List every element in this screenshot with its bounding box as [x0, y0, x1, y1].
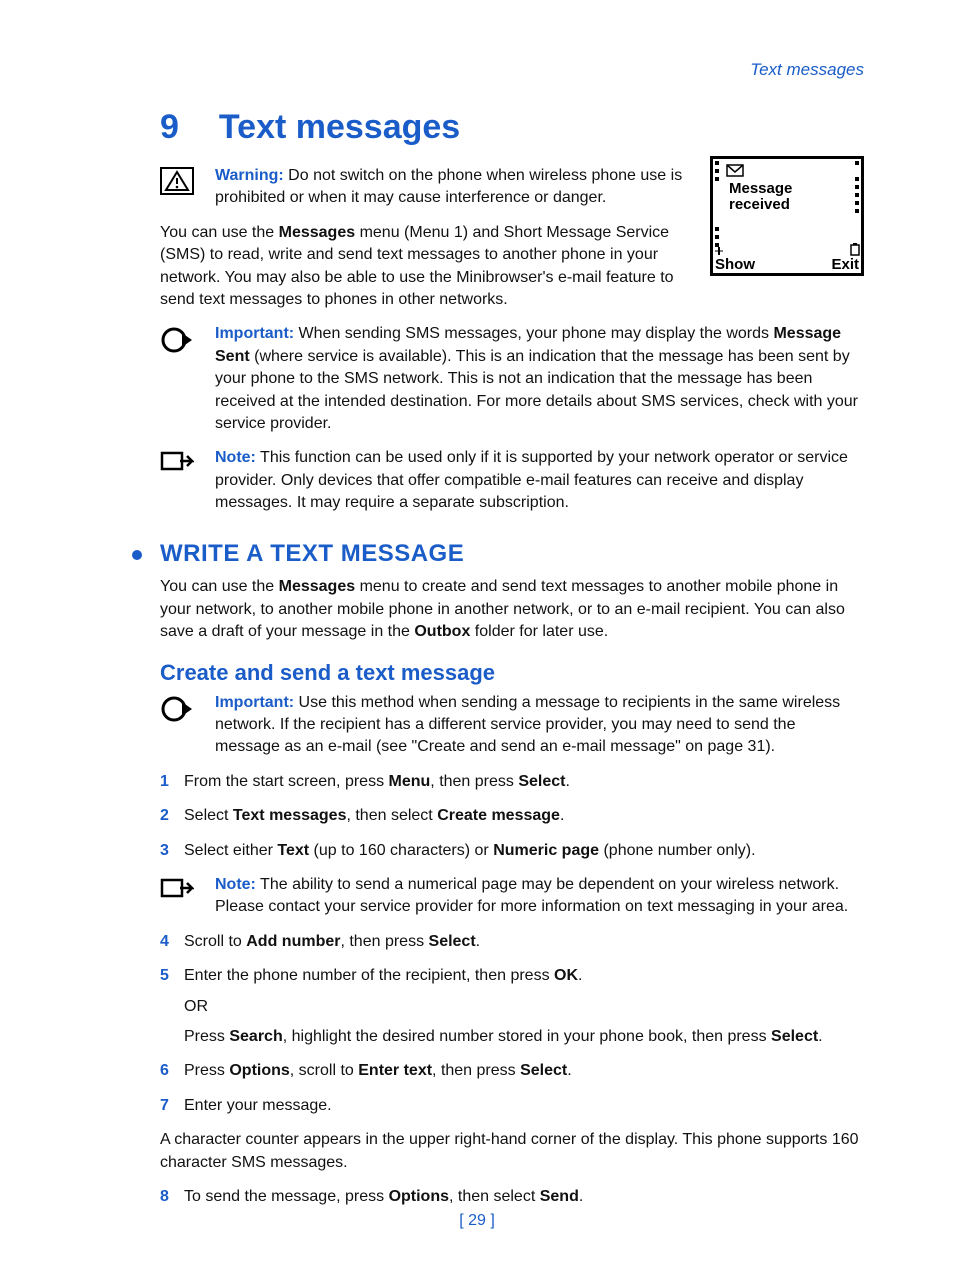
- bullet-icon: [132, 550, 142, 560]
- important-callout: Important: When sending SMS messages, yo…: [160, 323, 864, 435]
- step-text: To send the message, press Options, then…: [184, 1188, 583, 1205]
- steps-list-3: 8 To send the message, press Options, the…: [160, 1186, 864, 1208]
- step-number: 4: [160, 931, 169, 953]
- step-item: 5 Enter the phone number of the recipient…: [160, 965, 864, 1048]
- svg-text:received: received: [729, 196, 790, 213]
- warning-callout: Warning: Do not switch on the phone when…: [160, 165, 694, 210]
- step-item: 4 Scroll to Add number, then press Select…: [160, 931, 864, 953]
- step-item: 1 From the start screen, press Menu, then…: [160, 771, 864, 793]
- chapter-title: Text messages: [219, 108, 460, 147]
- note-text: Note: This function can be used only if …: [215, 449, 848, 511]
- warning-icon: [160, 167, 194, 202]
- step-item: 2 Select Text messages, then select Creat…: [160, 805, 864, 827]
- step-text: Select either Text (up to 160 characters…: [184, 842, 756, 859]
- important-text: Important: When sending SMS messages, yo…: [215, 325, 858, 432]
- steps-list: 1 From the start screen, press Menu, then…: [160, 771, 864, 862]
- chapter-number: 9: [160, 108, 179, 147]
- step-text: Enter the phone number of the recipient,…: [184, 967, 582, 984]
- important-callout-2: Important: Use this method when sending …: [160, 692, 864, 759]
- step-item: 7 Enter your message.: [160, 1095, 864, 1117]
- note-icon: [160, 876, 194, 909]
- step-number: 3: [160, 840, 169, 862]
- note-callout: Note: This function can be used only if …: [160, 447, 864, 514]
- step-number: 7: [160, 1095, 169, 1117]
- running-head: Text messages: [160, 60, 864, 80]
- step-item: 6 Press Options, scroll to Enter text, th…: [160, 1060, 864, 1082]
- step-number: 6: [160, 1060, 169, 1082]
- svg-text:Show: Show: [715, 256, 755, 273]
- step-text: Enter your message.: [184, 1097, 332, 1114]
- step-item: 8 To send the message, press Options, the…: [160, 1186, 864, 1208]
- step-or: OR: [184, 996, 864, 1018]
- step-number: 2: [160, 805, 169, 827]
- important-icon: [160, 694, 194, 731]
- section-heading: WRITE A TEXT MESSAGE: [160, 540, 864, 568]
- page-number: [ 29 ]: [0, 1212, 954, 1230]
- step-item: 3 Select either Text (up to 160 character…: [160, 840, 864, 862]
- svg-text:Message: Message: [729, 180, 792, 197]
- step-number: 1: [160, 771, 169, 793]
- phone-screen-illustration: Message received Show Exit: [710, 156, 864, 276]
- important-icon: [160, 325, 194, 362]
- subsection-heading: Create and send a text message: [160, 660, 864, 686]
- important-text: Important: Use this method when sending …: [215, 694, 840, 756]
- chapter-heading: 9 Text messages: [160, 108, 864, 147]
- manual-page: Text messages 9 Text messages Warning: D…: [0, 0, 954, 1270]
- step-number: 5: [160, 965, 169, 987]
- step-alt: Press Search, highlight the desired numb…: [184, 1026, 864, 1048]
- intro-paragraph: You can use the Messages menu (Menu 1) a…: [160, 222, 694, 312]
- svg-text:Exit: Exit: [831, 256, 859, 273]
- step-text: From the start screen, press Menu, then …: [184, 773, 570, 790]
- counter-paragraph: A character counter appears in the upper…: [160, 1129, 864, 1174]
- step-text: Select Text messages, then select Create…: [184, 807, 564, 824]
- step-text: Scroll to Add number, then press Select.: [184, 933, 480, 950]
- warning-text: Warning: Do not switch on the phone when…: [215, 167, 682, 206]
- note-text: Note: The ability to send a numerical pa…: [215, 876, 848, 915]
- note-callout-2: Note: The ability to send a numerical pa…: [160, 874, 864, 919]
- section-intro: You can use the Messages menu to create …: [160, 576, 864, 643]
- steps-list-2: 4 Scroll to Add number, then press Select…: [160, 931, 864, 1117]
- step-text: Press Options, scroll to Enter text, the…: [184, 1062, 572, 1079]
- note-icon: [160, 449, 194, 482]
- step-number: 8: [160, 1186, 169, 1208]
